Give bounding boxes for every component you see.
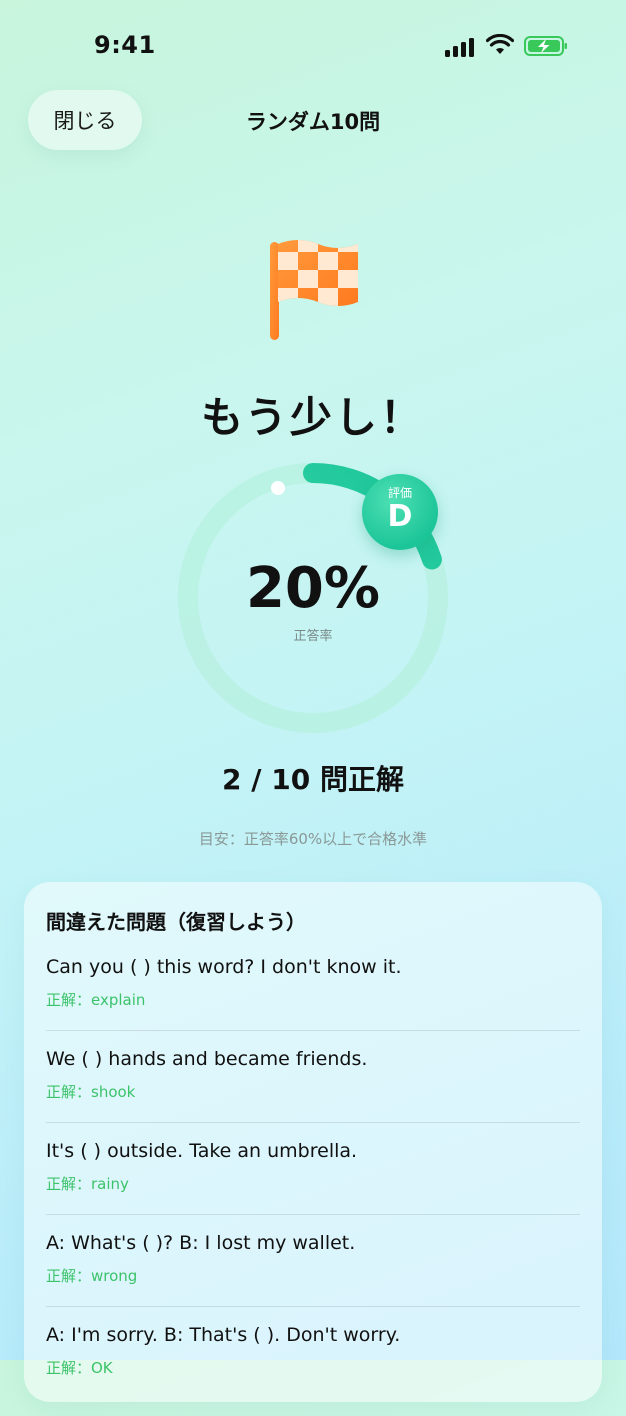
correct-rate-value: 20% [245, 556, 381, 621]
review-card: 間違えた問題（復習しよう） Can you ( ) this word? I d… [24, 882, 602, 1402]
review-question: A: What's ( )? B: I lost my wallet. [46, 1232, 356, 1254]
result-headline: もう少し！ [201, 393, 425, 442]
grade-value: D [387, 499, 413, 534]
review-question: Can you ( ) this word? I don't know it. [46, 956, 402, 978]
list-item[interactable]: A: I'm sorry. B: That's ( ). Don't worry… [46, 1324, 580, 1416]
list-item[interactable]: Can you ( ) this word? I don't know it. … [46, 956, 580, 1048]
list-item[interactable]: A: What's ( )? B: I lost my wallet. 正解：w… [46, 1232, 580, 1324]
review-question: It's ( ) outside. Take an umbrella. [46, 1140, 358, 1162]
ring-knob [271, 481, 285, 495]
review-answer: 正解：OK [46, 1359, 113, 1377]
review-answer: 正解：rainy [46, 1175, 129, 1193]
battery-charging-icon [524, 36, 567, 56]
page-title: ランダム10問 [245, 110, 381, 134]
status-bar: 9:41 [0, 0, 626, 92]
divider [46, 1214, 580, 1215]
review-answer: 正解：explain [46, 991, 146, 1009]
cellular-signal-icon [445, 37, 477, 57]
grade-badge: 評価 D [362, 474, 438, 550]
wifi-icon [486, 34, 514, 54]
divider [46, 1306, 580, 1307]
pass-guideline: 目安：正答率60%以上で合格水準 [198, 830, 428, 848]
checkered-flag-icon [270, 240, 358, 340]
review-answer: 正解：wrong [46, 1267, 138, 1285]
list-item[interactable]: We ( ) hands and became friends. 正解：shoo… [46, 1048, 580, 1140]
list-item[interactable]: It's ( ) outside. Take an umbrella. 正解：r… [46, 1140, 580, 1232]
review-question: A: I'm sorry. B: That's ( ). Don't worry… [46, 1324, 401, 1346]
score-summary: 2 / 10 問正解 [222, 763, 404, 796]
review-title: 間違えた問題（復習しよう） [46, 910, 306, 934]
status-time: 9:41 [94, 31, 156, 59]
divider [46, 1122, 580, 1123]
correct-rate-label: 正答率 [293, 629, 333, 644]
review-question: We ( ) hands and became friends. [46, 1048, 368, 1070]
review-answer: 正解：shook [46, 1083, 136, 1101]
divider [46, 1030, 580, 1031]
